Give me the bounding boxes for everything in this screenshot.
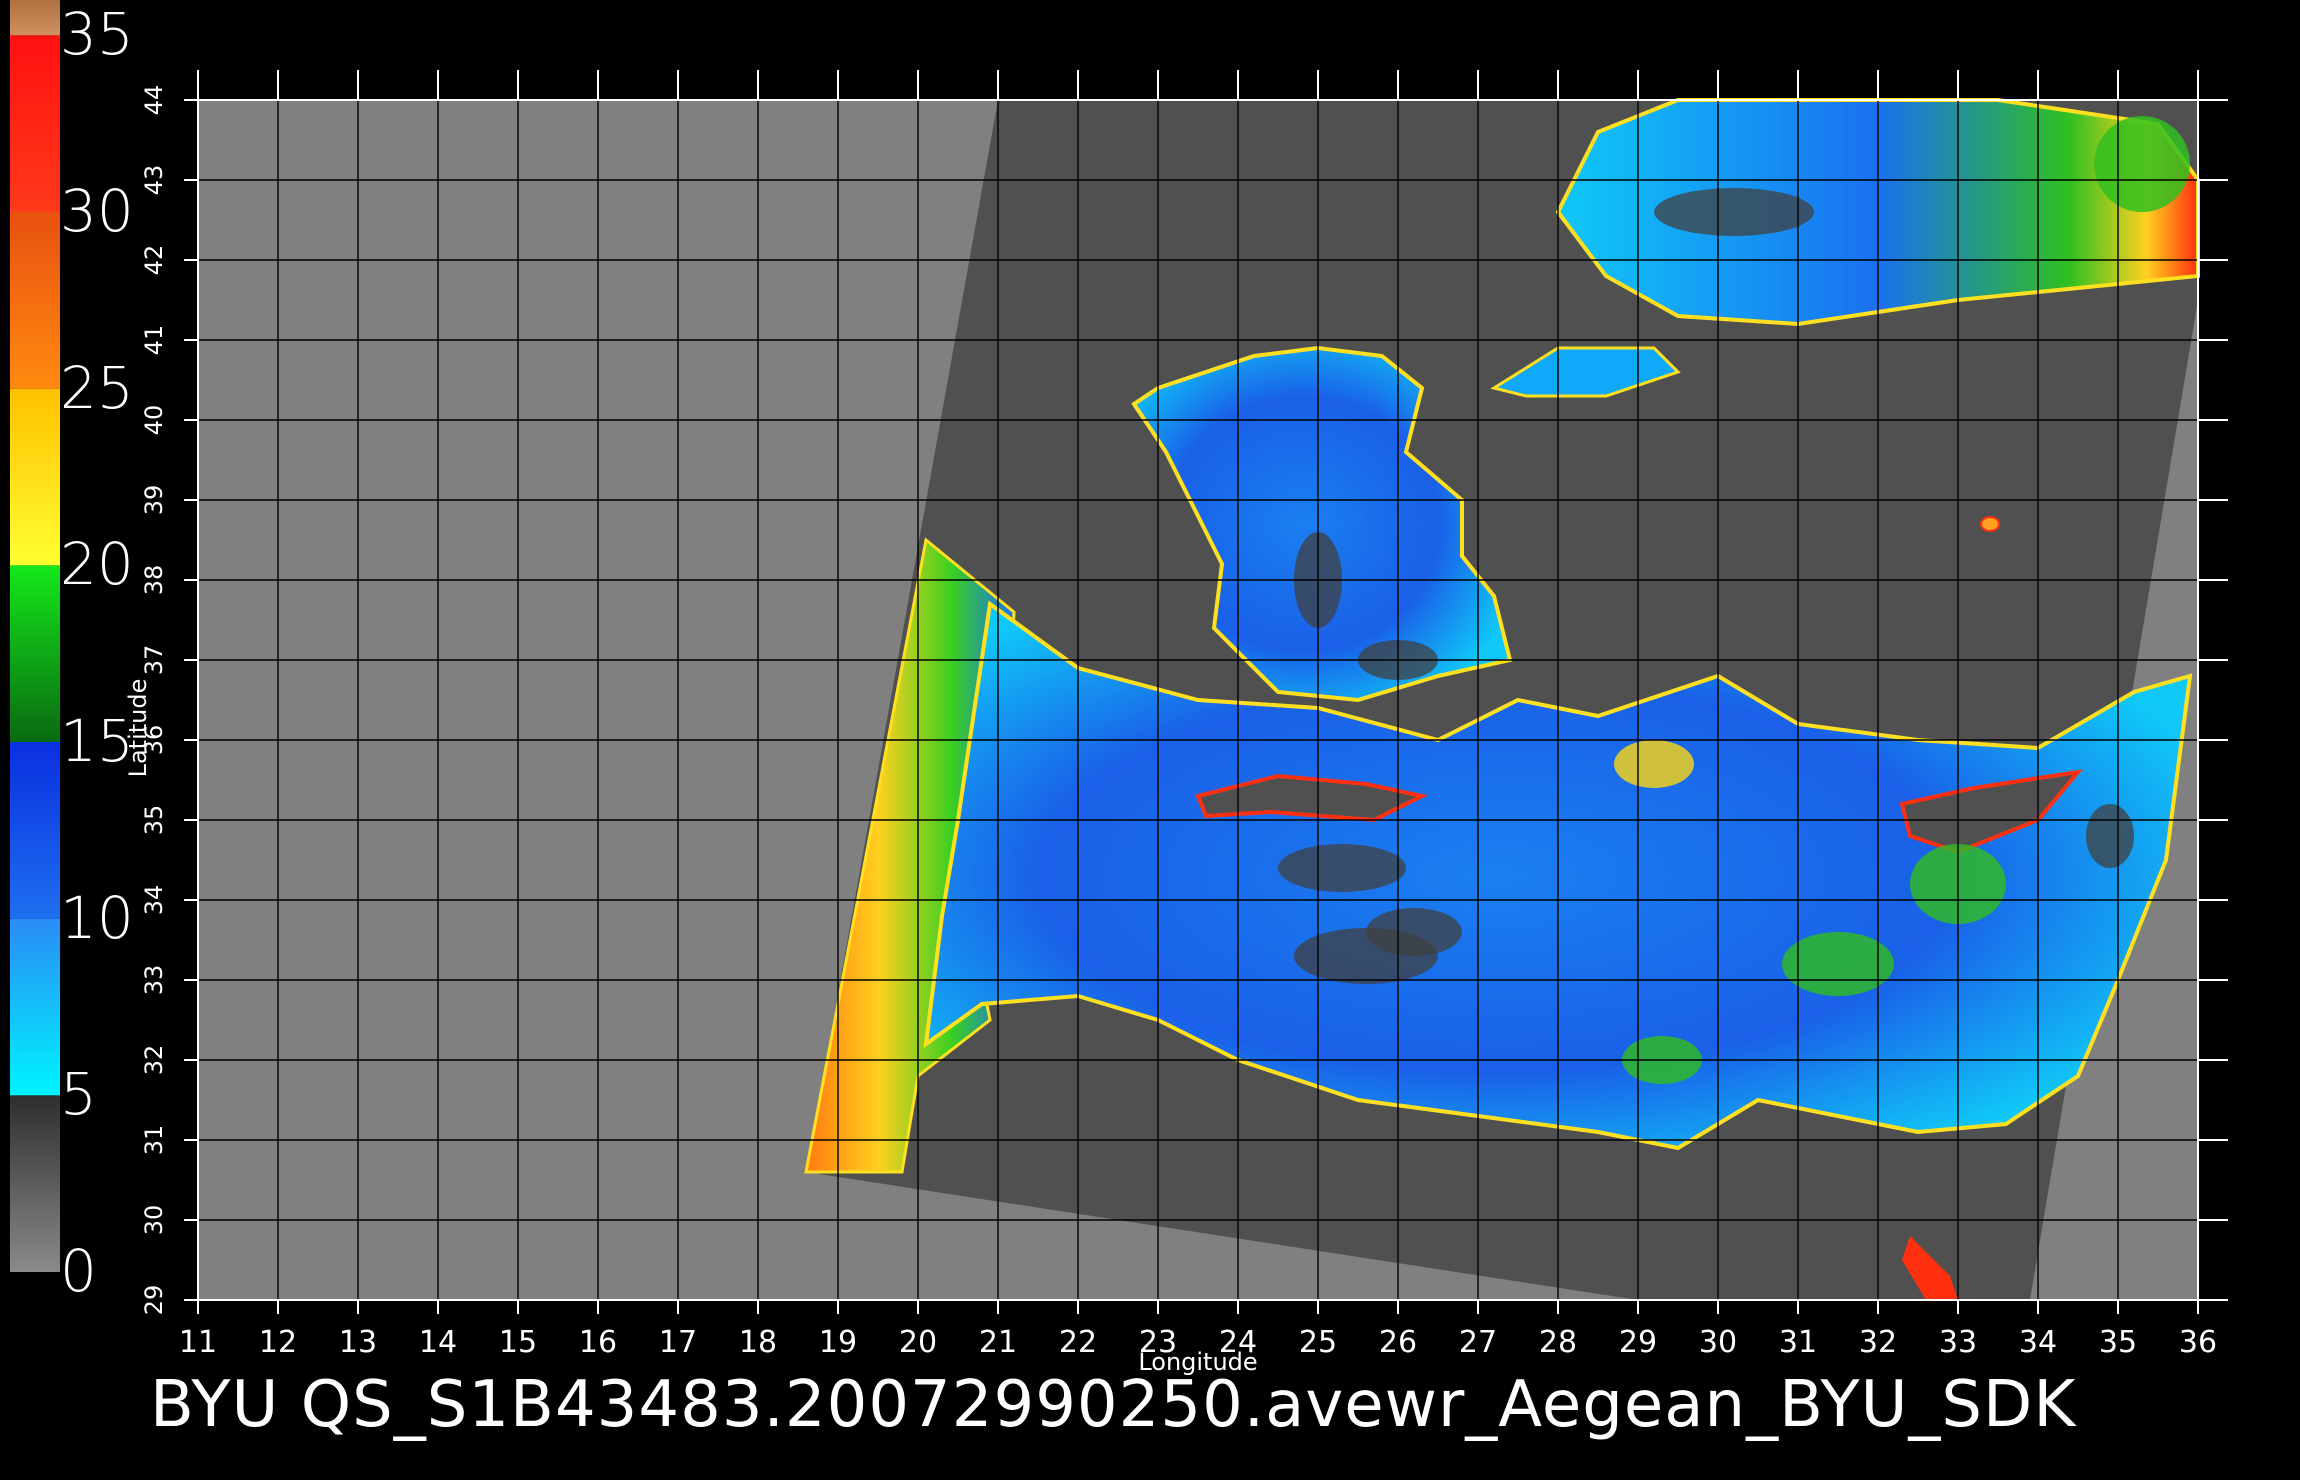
- x-tick-label: 15: [499, 1325, 537, 1360]
- colorbar-tick-label: 15: [60, 707, 134, 775]
- colorbar-segment: [10, 35, 60, 213]
- y-tick-label: 41: [140, 325, 168, 356]
- x-tick-label: 12: [259, 1325, 297, 1360]
- low-wind-patch: [1278, 844, 1406, 892]
- x-tick-label: 18: [739, 1325, 777, 1360]
- y-tick-label: 35: [140, 805, 168, 836]
- x-tick-label: 33: [1939, 1325, 1977, 1360]
- y-tick-label: 29: [140, 1285, 168, 1316]
- colorbar-segment: [10, 742, 60, 919]
- y-tick-label: 38: [140, 565, 168, 596]
- x-tick-label: 34: [2019, 1325, 2057, 1360]
- y-tick-label: 33: [140, 965, 168, 996]
- high-wind-patch: [1614, 740, 1694, 788]
- low-wind-patch: [2086, 804, 2134, 868]
- colorbar-segment: [10, 388, 60, 566]
- low-wind-patch: [1366, 908, 1462, 956]
- y-tick-label: 34: [140, 885, 168, 916]
- colorbar-segment: [10, 212, 60, 389]
- x-tick-label: 27: [1459, 1325, 1497, 1360]
- colorbar-tick-label: 25: [60, 353, 134, 422]
- colorbar-segment: [10, 918, 60, 1096]
- colorbar-segment: [10, 565, 60, 742]
- colorbar-tick-label: 10: [60, 883, 134, 952]
- x-tick-label: 13: [339, 1325, 377, 1360]
- x-tick-label: 30: [1699, 1325, 1737, 1360]
- y-tick-label: 44: [140, 85, 168, 116]
- x-tick-label: 20: [899, 1325, 937, 1360]
- colorbar-tick-label: 30: [60, 177, 134, 245]
- x-tick-label: 26: [1379, 1325, 1417, 1360]
- x-tick-label: 29: [1619, 1325, 1657, 1360]
- wind-speed-map: 11 12 13 14 15 16 17 18 19 20 21 22 23 24 25 26 27 28 29 30…: [10, 0, 2228, 1376]
- y-tick-label: 40: [140, 405, 168, 436]
- x-tick-label: 28: [1539, 1325, 1577, 1360]
- x-tick-label: 35: [2099, 1325, 2137, 1360]
- colorbar-tick-label: 5: [60, 1060, 97, 1129]
- x-tick-label: 21: [979, 1325, 1017, 1360]
- y-tick-label: 30: [140, 1205, 168, 1236]
- y-tick-label: 39: [140, 485, 168, 516]
- x-tick-label: 14: [419, 1325, 457, 1360]
- colorbar-tick-label: 0: [60, 1237, 97, 1305]
- caption: BYU QS_S1B43483.20072990250.avewr_Aegean…: [150, 1368, 2077, 1442]
- x-tick-label: 17: [659, 1325, 697, 1360]
- colorbar-segment: [10, 0, 60, 36]
- y-tick-label: 32: [140, 1045, 168, 1076]
- x-tick-label: 36: [2179, 1325, 2217, 1360]
- colorbar: [10, 0, 60, 1272]
- high-wind-patch: [1782, 932, 1894, 996]
- colorbar-tick-label: 20: [60, 530, 134, 599]
- x-tick-label: 22: [1059, 1325, 1097, 1360]
- y-tick-label: 31: [140, 1125, 168, 1156]
- x-tick-label: 19: [819, 1325, 857, 1360]
- y-tick-label: 37: [140, 645, 168, 676]
- lake-speck: [1980, 516, 2000, 532]
- x-tick-label: 25: [1299, 1325, 1337, 1360]
- high-wind-patch: [2094, 116, 2190, 212]
- x-tick-label: 32: [1859, 1325, 1897, 1360]
- colorbar-tick-label: 35: [60, 0, 134, 69]
- x-tick-label: 31: [1779, 1325, 1817, 1360]
- y-tick-label: 42: [140, 245, 168, 276]
- x-tick-label: 11: [179, 1325, 217, 1360]
- y-tick-label: 43: [140, 165, 168, 196]
- x-tick-label: 16: [579, 1325, 617, 1360]
- colorbar-segment: [10, 1095, 60, 1272]
- low-wind-patch: [1654, 188, 1814, 236]
